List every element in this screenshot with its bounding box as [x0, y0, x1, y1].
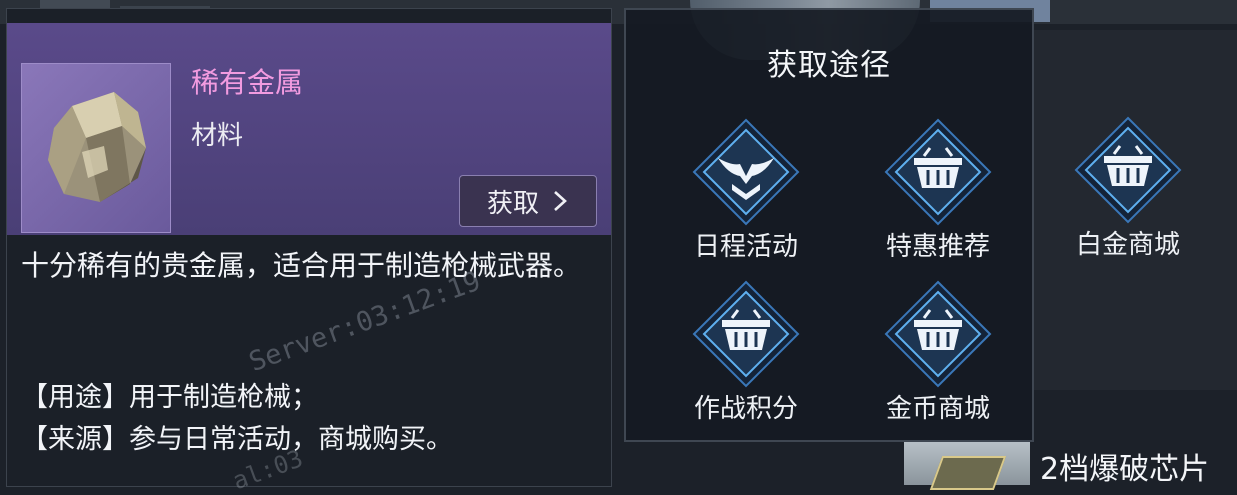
item-description: 十分稀有的贵金属，适合用于制造枪械武器。	[21, 249, 582, 282]
method-coin-mall[interactable]: 金币商城	[868, 280, 1008, 430]
item-name: 稀有金属	[191, 66, 304, 99]
shopping-basket-icon	[884, 280, 992, 388]
method-combat-points[interactable]: 作战积分	[676, 280, 816, 430]
shopping-basket-icon	[884, 118, 992, 226]
shopping-basket-icon	[692, 280, 800, 388]
eagle-emblem-icon	[692, 118, 800, 226]
method-label: 金币商城	[885, 394, 990, 424]
item-usage-source: 【用途】用于制造枪械； 【来源】参与日常活动，商城购买。	[21, 377, 453, 461]
chevron-right-icon	[554, 191, 567, 211]
method-daily-activity[interactable]: 日程活动	[676, 118, 816, 268]
obtain-methods-title: 获取途径	[767, 48, 891, 83]
method-label: 特惠推荐	[885, 232, 990, 262]
item-type: 材料	[191, 121, 244, 151]
method-label: 白金商城	[1075, 230, 1180, 260]
background-item-label: 2档爆破芯片	[1040, 452, 1210, 487]
method-label: 作战积分	[693, 394, 798, 424]
obtain-button[interactable]: 获取	[459, 175, 597, 227]
item-source: 【来源】参与日常活动，商城购买。	[21, 424, 453, 455]
shopping-basket-icon	[1074, 116, 1182, 224]
method-special-offer[interactable]: 特惠推荐	[868, 118, 1008, 268]
item-usage: 【用途】用于制造枪械；	[21, 382, 318, 413]
obtain-methods-panel: 获取途径 日程活动 特惠推荐 作战积分 金币商城	[624, 8, 1034, 442]
item-icon-frame	[21, 63, 171, 233]
obtain-button-label: 获取	[486, 188, 539, 219]
item-header: 稀有金属 材料 获取	[7, 23, 611, 235]
method-label: 日程活动	[693, 232, 798, 262]
method-platinum-mall-tile[interactable]: 白金商城	[1058, 116, 1198, 266]
background-item-thumbnail	[904, 440, 1030, 485]
item-detail-panel: 稀有金属 材料 获取 十分稀有的贵金属，适合用于制造枪械武器。 【用途】用于制造…	[6, 8, 612, 495]
metal-ore-icon	[48, 92, 146, 202]
